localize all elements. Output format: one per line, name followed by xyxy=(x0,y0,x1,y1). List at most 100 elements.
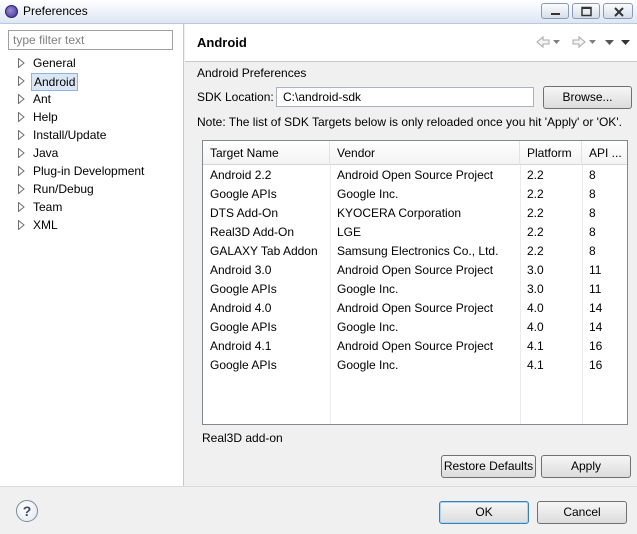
tree-item-label: XML xyxy=(33,218,58,232)
cell-target-name: DTS Add-On xyxy=(210,206,279,220)
cell-target-name: Android 4.0 xyxy=(210,301,272,315)
cell-vendor: Android Open Source Project xyxy=(337,263,494,277)
table-row[interactable]: Android 4.1 Android Open Source Project 4.… xyxy=(203,337,627,356)
dialog-button-bar: ? OK Cancel xyxy=(0,486,637,534)
expand-arrow-icon[interactable] xyxy=(18,148,25,158)
cell-api-level: 14 xyxy=(589,301,603,315)
expand-arrow-icon[interactable] xyxy=(18,220,25,230)
cell-platform: 4.1 xyxy=(527,339,544,353)
preferences-tree-pane: General Android Ant Help Install/Update … xyxy=(0,24,184,486)
tree-item-general[interactable]: General xyxy=(0,54,184,72)
tree-item-help[interactable]: Help xyxy=(0,108,184,126)
expand-arrow-icon[interactable] xyxy=(18,94,25,104)
tree-item-label: Android xyxy=(31,73,79,91)
cell-api-level: 11 xyxy=(589,263,602,277)
cell-platform: 2.2 xyxy=(527,244,544,258)
table-row[interactable]: Android 4.0 Android Open Source Project 4.… xyxy=(203,299,627,318)
table-row[interactable]: Google APIs Google Inc. 3.0 11 xyxy=(203,280,627,299)
tree-item-plug-in-development[interactable]: Plug-in Development xyxy=(0,162,184,180)
cell-platform: 4.0 xyxy=(527,301,544,315)
sdk-targets-table[interactable]: Target Name Vendor Platform API ... Andr… xyxy=(202,140,628,425)
table-body: Android 2.2 Android Open Source Project 2.… xyxy=(203,166,627,375)
filter-input[interactable] xyxy=(8,30,173,50)
minimize-button[interactable] xyxy=(541,3,569,19)
tree-item-team[interactable]: Team xyxy=(0,198,184,216)
window-title: Preferences xyxy=(23,4,88,18)
cell-target-name: Android 4.1 xyxy=(210,339,272,353)
table-row[interactable]: Google APIs Google Inc. 2.2 8 xyxy=(203,185,627,204)
cell-vendor: Google Inc. xyxy=(337,187,399,201)
cell-vendor: KYOCERA Corporation xyxy=(337,206,462,220)
cell-api-level: 8 xyxy=(589,187,596,201)
close-button[interactable] xyxy=(603,3,633,19)
reload-note: Note: The list of SDK Targets below is o… xyxy=(197,115,622,129)
expand-arrow-icon[interactable] xyxy=(18,202,25,212)
tree-item-android[interactable]: Android xyxy=(0,72,184,91)
preference-page: Android Android Preferences SDK Location… xyxy=(185,24,637,486)
cell-platform: 4.1 xyxy=(527,358,544,372)
cell-vendor: Android Open Source Project xyxy=(337,168,494,182)
cancel-button[interactable]: Cancel xyxy=(537,501,627,524)
expand-arrow-icon[interactable] xyxy=(18,112,25,122)
forward-dropdown-icon[interactable] xyxy=(589,34,597,50)
tree-item-install-update[interactable]: Install/Update xyxy=(0,126,184,144)
expand-arrow-icon[interactable] xyxy=(18,130,25,140)
cell-platform: 3.0 xyxy=(527,263,544,277)
help-icon[interactable]: ? xyxy=(16,500,38,522)
cell-target-name: Real3D Add-On xyxy=(210,225,295,239)
cell-platform: 2.2 xyxy=(527,187,544,201)
browse-button[interactable]: Browse... xyxy=(543,86,632,109)
cell-api-level: 16 xyxy=(589,339,603,353)
cell-vendor: Android Open Source Project xyxy=(337,301,494,315)
page-menu-icon[interactable] xyxy=(621,34,631,50)
table-row[interactable]: Android 3.0 Android Open Source Project 3.… xyxy=(203,261,627,280)
tree-item-label: Ant xyxy=(33,92,52,106)
cell-target-name: GALAXY Tab Addon xyxy=(210,244,318,258)
expand-arrow-icon[interactable] xyxy=(18,166,25,176)
column-header-vendor[interactable]: Vendor xyxy=(330,141,520,165)
expand-arrow-icon[interactable] xyxy=(18,76,25,86)
expand-arrow-icon[interactable] xyxy=(18,58,25,68)
tree-item-ant[interactable]: Ant xyxy=(0,90,184,108)
cell-api-level: 8 xyxy=(589,225,596,239)
back-arrow-icon[interactable] xyxy=(535,34,551,50)
minimize-icon xyxy=(551,13,560,15)
tree-item-label: Java xyxy=(33,146,59,160)
expand-arrow-icon[interactable] xyxy=(18,184,25,194)
tree-item-java[interactable]: Java xyxy=(0,144,184,162)
cell-vendor: Google Inc. xyxy=(337,358,399,372)
ok-button[interactable]: OK xyxy=(439,501,529,524)
column-header-api[interactable]: API ... xyxy=(582,141,627,165)
column-header-platform[interactable]: Platform xyxy=(520,141,582,165)
cell-vendor: LGE xyxy=(337,225,362,239)
maximize-icon xyxy=(581,6,592,17)
table-row[interactable]: GALAXY Tab Addon Samsung Electronics Co.,… xyxy=(203,242,627,261)
table-row[interactable]: Google APIs Google Inc. 4.1 16 xyxy=(203,356,627,375)
preferences-tree: General Android Ant Help Install/Update … xyxy=(0,54,184,234)
tree-item-label: Plug-in Development xyxy=(33,164,145,178)
section-label: Android Preferences xyxy=(197,66,307,80)
selected-target-description: Real3D add-on xyxy=(202,431,283,445)
sdk-location-label: SDK Location: xyxy=(197,90,274,104)
table-row[interactable]: Android 2.2 Android Open Source Project 2.… xyxy=(203,166,627,185)
table-row[interactable]: Real3D Add-On LGE 2.2 8 xyxy=(203,223,627,242)
tree-item-run-debug[interactable]: Run/Debug xyxy=(0,180,184,198)
apply-button[interactable]: Apply xyxy=(541,455,631,478)
tree-item-label: General xyxy=(33,56,76,70)
maximize-button[interactable] xyxy=(572,3,600,19)
cell-api-level: 14 xyxy=(589,320,603,334)
back-dropdown-icon[interactable] xyxy=(553,34,561,50)
view-menu-icon[interactable] xyxy=(605,34,615,50)
cell-target-name: Google APIs xyxy=(210,320,277,334)
restore-defaults-button[interactable]: Restore Defaults xyxy=(441,455,536,478)
table-row[interactable]: Google APIs Google Inc. 4.0 14 xyxy=(203,318,627,337)
tree-item-xml[interactable]: XML xyxy=(0,216,184,234)
cell-target-name: Android 2.2 xyxy=(210,168,272,182)
sdk-location-field[interactable] xyxy=(276,87,534,107)
cell-platform: 2.2 xyxy=(527,225,544,239)
forward-arrow-icon[interactable] xyxy=(571,34,587,50)
column-header-target-name[interactable]: Target Name xyxy=(203,141,330,165)
page-header: Android xyxy=(185,24,637,62)
table-row[interactable]: DTS Add-On KYOCERA Corporation 2.2 8 xyxy=(203,204,627,223)
page-title: Android xyxy=(197,35,247,50)
